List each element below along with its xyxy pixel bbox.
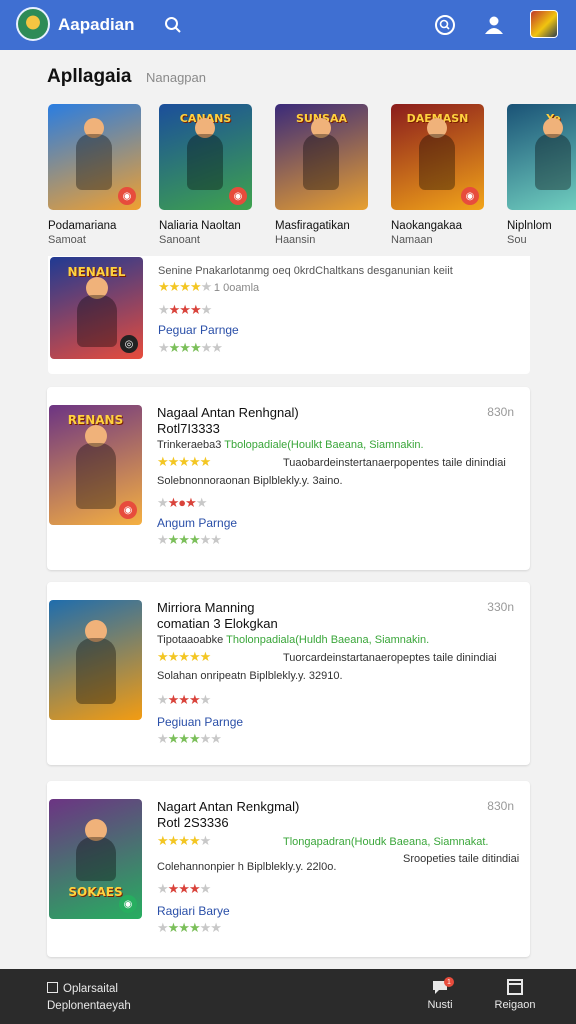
game-thumbnail[interactable]: RENANS ◉	[49, 405, 142, 525]
item-title[interactable]: Nagaal Antan Renhgnal)	[157, 405, 299, 420]
rating-label: 1 0oamla	[213, 282, 260, 294]
window-icon	[507, 979, 523, 995]
bottom-info[interactable]: Oplarsaital Deplonentaeyah	[47, 981, 131, 1015]
rating-stars: ★★★★★	[157, 692, 211, 707]
item-code: comatian 3 Elokgkan	[157, 616, 278, 631]
item-description: Solahan onripeatn Biplblekly.y. 32910.	[157, 670, 343, 682]
item-time: 830n	[487, 405, 514, 419]
rating-stars: ★★★★★	[158, 302, 212, 317]
nav-label: Reigaon	[494, 999, 536, 1011]
rating-stars: ★★★★★★	[157, 731, 222, 746]
featured-carousel[interactable]: ◉ Podamariana Samoat CANANS ◉ Naliaria N…	[48, 104, 576, 254]
item-description: Sroopeties taile ditindiai	[403, 853, 520, 865]
list-item[interactable]: RENANS ◉ Nagaal Antan Renhgnal) Rotl7I33…	[47, 387, 530, 570]
list-item[interactable]: Mirriora Manning comatian 3 Elokgkan 330…	[47, 582, 530, 765]
item-tags: Trinkeraeba3 Tbolopadiale(Houlkt Baeana,…	[157, 439, 424, 451]
game-badge-icon: ◉	[119, 895, 137, 913]
item-link[interactable]: Ragiari Barye	[157, 904, 230, 918]
carousel-card-sub: Samoat	[48, 234, 86, 246]
game-badge-icon: ◎	[120, 335, 138, 353]
game-thumbnail[interactable]: ◉	[48, 104, 141, 210]
item-tags: Tipotaaoabke Tholonpadiala(Huldh Baeana,…	[157, 634, 430, 646]
item-description: Colehannonpier h Biplblekly.y. 22l0o.	[157, 861, 337, 873]
carousel-card-name: Naokangakaa	[391, 220, 462, 232]
top-app-bar: Aapadian	[0, 0, 576, 50]
game-thumbnail[interactable]: SUNSAA	[275, 104, 368, 210]
item-time: 330n	[487, 600, 514, 614]
game-badge-icon: ◉	[118, 187, 136, 205]
rating-stars: ★★●★★	[157, 495, 207, 510]
carousel-card-name: Naliaria Naoltan	[159, 220, 241, 232]
game-thumbnail[interactable]	[49, 600, 142, 720]
section-subtitle[interactable]: Nanagpan	[146, 70, 206, 85]
game-thumbnail[interactable]: DAEMASN ◉	[391, 104, 484, 210]
game-thumbnail[interactable]: Ye	[507, 104, 576, 210]
carousel-card-name: Podamariana	[48, 220, 117, 232]
item-description: Tuaobardeinstertanaerpopentes taile dini…	[283, 457, 506, 469]
carousel-card-name: Niplnlom	[507, 220, 552, 232]
game-badge-icon: ◉	[229, 187, 247, 205]
game-thumbnail[interactable]: SOKAES ◉	[49, 799, 142, 919]
bottom-info-line1: Oplarsaital	[63, 983, 118, 995]
item-title[interactable]: Mirriora Manning	[157, 600, 255, 615]
carousel-card-sub: Sanoant	[159, 234, 200, 246]
carousel-card[interactable]: SUNSAA Masfiragatikan Haansin	[275, 104, 372, 246]
item-description: Senine Pnakarlotanmg oeq 0krdChaltkans d…	[158, 265, 453, 277]
section-title: Apllagaia	[47, 66, 132, 87]
item-link[interactable]: Pegiuan Parnge	[157, 715, 243, 729]
rating-stars: ★★★★★	[157, 649, 211, 664]
chat-search-icon[interactable]	[432, 12, 458, 38]
item-code: Rotl7I3333	[157, 421, 220, 436]
item-link[interactable]: Peguar Parnge	[158, 323, 239, 337]
nav-label: Nusti	[427, 999, 453, 1011]
carousel-card[interactable]: Ye Niplnlom Sou	[507, 104, 576, 246]
rating-stars: ★★★★★★	[157, 920, 222, 935]
search-icon[interactable]	[160, 12, 186, 38]
rating-stars: ★★★★★★	[158, 340, 223, 355]
game-badge-icon: ◉	[119, 501, 137, 519]
item-link[interactable]: Angum Parnge	[157, 516, 237, 530]
nav-notifications[interactable]: 1 Nusti	[414, 977, 466, 1011]
bottom-bar: Oplarsaital Deplonentaeyah 1 Nusti Reiga…	[0, 969, 576, 1024]
profile-icon[interactable]	[481, 12, 507, 38]
rating-stars: ★★★★★★	[157, 532, 222, 547]
list-item[interactable]: SOKAES ◉ Nagart Antan Renkgmal) Rotl 2S3…	[47, 781, 530, 957]
carousel-card[interactable]: ◉ Podamariana Samoat	[48, 104, 145, 246]
game-thumbnail[interactable]: CANANS ◉	[159, 104, 252, 210]
item-description: Solebnonnoraonan Biplblekly.y. 3aino.	[157, 475, 343, 487]
game-badge-icon: ◉	[461, 187, 479, 205]
carousel-card-sub: Sou	[507, 234, 527, 246]
item-time: 830n	[487, 799, 514, 813]
carousel-card-name: Masfiragatikan	[275, 220, 350, 232]
bottom-info-line2: Deplonentaeyah	[47, 1000, 131, 1012]
app-logo[interactable]	[16, 7, 50, 41]
game-thumbnail[interactable]: NENAIEL ◎	[50, 257, 143, 359]
rating-stars: ★★★★★	[157, 833, 211, 848]
rating-stars: ★★★★★ 1 0oamla	[158, 279, 260, 294]
carousel-card-sub: Namaan	[391, 234, 433, 246]
rating-stars: ★★★★★	[157, 881, 211, 896]
carousel-card[interactable]: CANANS ◉ Naliaria Naoltan Sanoant	[159, 104, 256, 246]
item-code: Rotl 2S3336	[157, 815, 229, 830]
edit-icon	[47, 982, 58, 993]
item-tags: Tlongapadran(Houdk Baeana, Siamnakat.	[283, 836, 489, 848]
item-title[interactable]: Nagart Antan Renkgmal)	[157, 799, 299, 814]
carousel-card[interactable]: DAEMASN ◉ Naokangakaa Namaan	[391, 104, 488, 246]
list-item[interactable]: NENAIEL ◎ Senine Pnakarlotanmg oeq 0krdC…	[48, 256, 530, 374]
app-title: Aapadian	[58, 15, 135, 34]
rating-stars: ★★★★★	[157, 454, 211, 469]
nav-region[interactable]: Reigaon	[489, 979, 541, 1011]
carousel-card-sub: Haansin	[275, 234, 316, 246]
notification-badge: 1	[444, 977, 454, 987]
user-avatar[interactable]	[530, 10, 558, 38]
item-description: Tuorcardeinstartanaeropeptes taile dinin…	[283, 652, 497, 664]
